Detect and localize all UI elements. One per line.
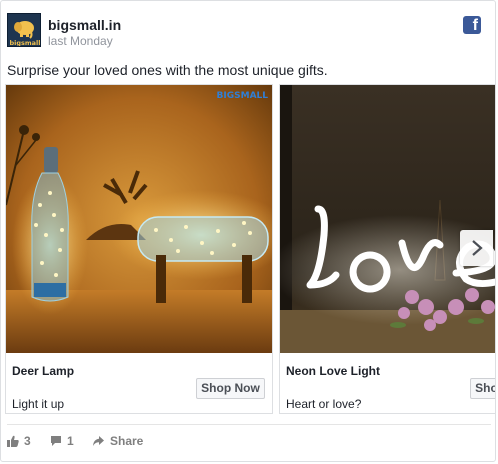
deer-lamp-image[interactable]: BIGSMALL: [6, 85, 272, 353]
elephant-logo-icon: bigsmall: [8, 14, 40, 47]
comment-icon: [51, 436, 61, 446]
chevron-right-icon: [471, 240, 483, 256]
carousel-next-button[interactable]: [460, 230, 493, 266]
page-name-link[interactable]: bigsmall.in: [48, 17, 121, 33]
svg-text:BIGSMALL: BIGSMALL: [217, 91, 269, 101]
card-description: Light it up: [12, 397, 65, 411]
shop-now-button[interactable]: Shop Now: [196, 378, 265, 399]
card-title[interactable]: Neon Love Light: [286, 364, 380, 378]
like-count-value: 3: [24, 434, 31, 448]
comment-count[interactable]: 1: [50, 434, 74, 448]
product-carousel: BIGSMALL Deer Lamp Shop Now Light it up: [5, 84, 495, 414]
share-label: Share: [110, 434, 144, 448]
footer-divider: [7, 424, 491, 425]
neon-love-light-image[interactable]: [280, 85, 495, 353]
neon-love-light-photo: [280, 85, 495, 353]
carousel-card-deer-lamp[interactable]: BIGSMALL Deer Lamp Shop Now Light it up: [5, 84, 273, 414]
card-title[interactable]: Deer Lamp: [12, 364, 74, 378]
shop-now-button[interactable]: Shop Now: [470, 378, 495, 399]
sponsored-post-card: bigsmall bigsmall.in last Monday f Surpr…: [0, 0, 496, 462]
deer-lamp-photo: BIGSMALL: [6, 85, 272, 353]
thumbs-up-icon: [7, 435, 19, 447]
share-arrow-icon: [93, 436, 104, 446]
svg-text:bigsmall: bigsmall: [9, 39, 40, 47]
like-count[interactable]: 3: [7, 434, 31, 448]
card-description: Heart or love?: [286, 397, 362, 411]
comment-count-value: 1: [67, 434, 74, 448]
post-timestamp[interactable]: last Monday: [48, 34, 113, 48]
page-avatar[interactable]: bigsmall: [7, 13, 41, 47]
share-button[interactable]: Share: [92, 434, 143, 448]
facebook-icon: f: [463, 16, 481, 34]
post-message: Surprise your loved ones with the most u…: [7, 62, 328, 78]
